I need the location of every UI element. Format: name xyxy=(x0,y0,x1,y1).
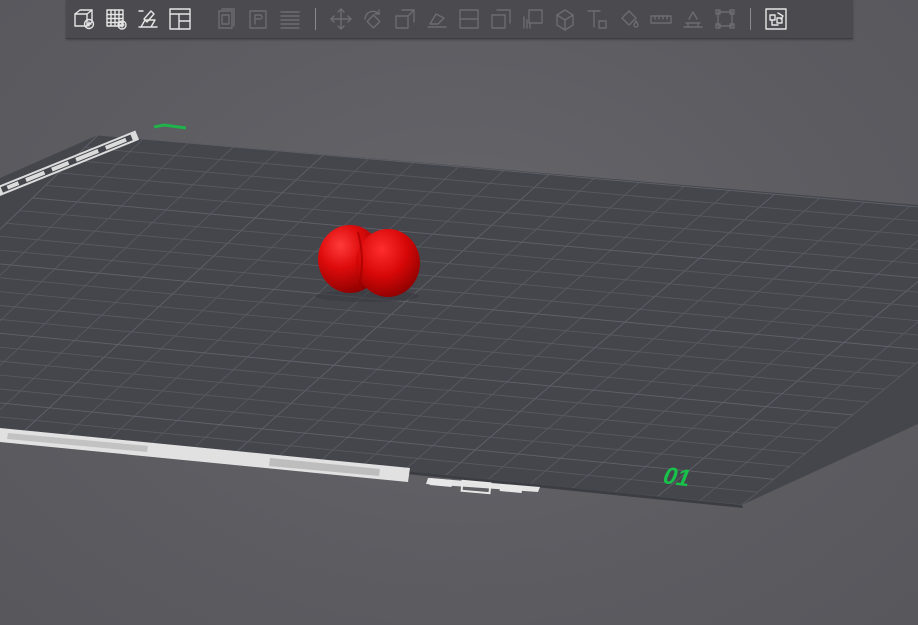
rotate-icon xyxy=(364,9,381,29)
lay-flat-icon xyxy=(427,13,447,28)
cut-icon xyxy=(491,9,511,29)
arrange-grid-icon xyxy=(106,9,127,30)
copy-icon xyxy=(218,8,235,29)
paste-button[interactable] xyxy=(243,4,273,34)
lay-flat-button[interactable] xyxy=(422,4,452,34)
rotate-button[interactable] xyxy=(358,4,388,34)
height-range-button[interactable] xyxy=(678,4,708,34)
cut-button[interactable] xyxy=(486,4,516,34)
auto-orient-icon xyxy=(138,10,158,28)
support-icon xyxy=(523,9,543,29)
slice-layers-icon xyxy=(280,11,300,29)
auto-orient-button[interactable] xyxy=(133,4,163,34)
text-icon xyxy=(587,10,607,29)
3d-viewport[interactable]: 01 xyxy=(0,0,918,625)
add-object-button[interactable] xyxy=(69,4,99,34)
height-range-icon xyxy=(683,11,703,28)
bounding-box-icon xyxy=(715,9,735,29)
text-button[interactable] xyxy=(582,4,612,34)
arrange-grid-button[interactable] xyxy=(101,4,131,34)
slice-layers-button[interactable] xyxy=(275,4,305,34)
main-toolbar xyxy=(66,0,853,39)
paint-button[interactable] xyxy=(614,4,644,34)
assembly-button[interactable] xyxy=(761,4,791,34)
paste-icon xyxy=(249,10,267,29)
move-button[interactable] xyxy=(326,4,356,34)
scale-button[interactable] xyxy=(390,4,420,34)
layout-panel-icon xyxy=(169,8,191,30)
toolbar-separator xyxy=(315,8,316,30)
bounding-box-button[interactable] xyxy=(710,4,740,34)
cube-button[interactable] xyxy=(550,4,580,34)
scale-icon xyxy=(395,9,415,29)
paint-icon xyxy=(621,10,639,28)
cube-icon xyxy=(556,9,574,31)
measure-button[interactable] xyxy=(646,4,676,34)
build-plate-scene[interactable]: 01 xyxy=(0,0,918,625)
mirror-button[interactable] xyxy=(454,4,484,34)
copy-button[interactable] xyxy=(211,4,241,34)
plate-corner-mark xyxy=(153,123,187,130)
support-button[interactable] xyxy=(518,4,548,34)
toolbar-separator xyxy=(750,8,751,30)
layout-panel-button[interactable] xyxy=(165,4,195,34)
move-icon xyxy=(330,8,352,30)
measure-icon xyxy=(650,15,672,24)
add-object-icon xyxy=(74,9,95,30)
assembly-icon xyxy=(765,8,787,30)
mirror-icon xyxy=(459,9,479,29)
